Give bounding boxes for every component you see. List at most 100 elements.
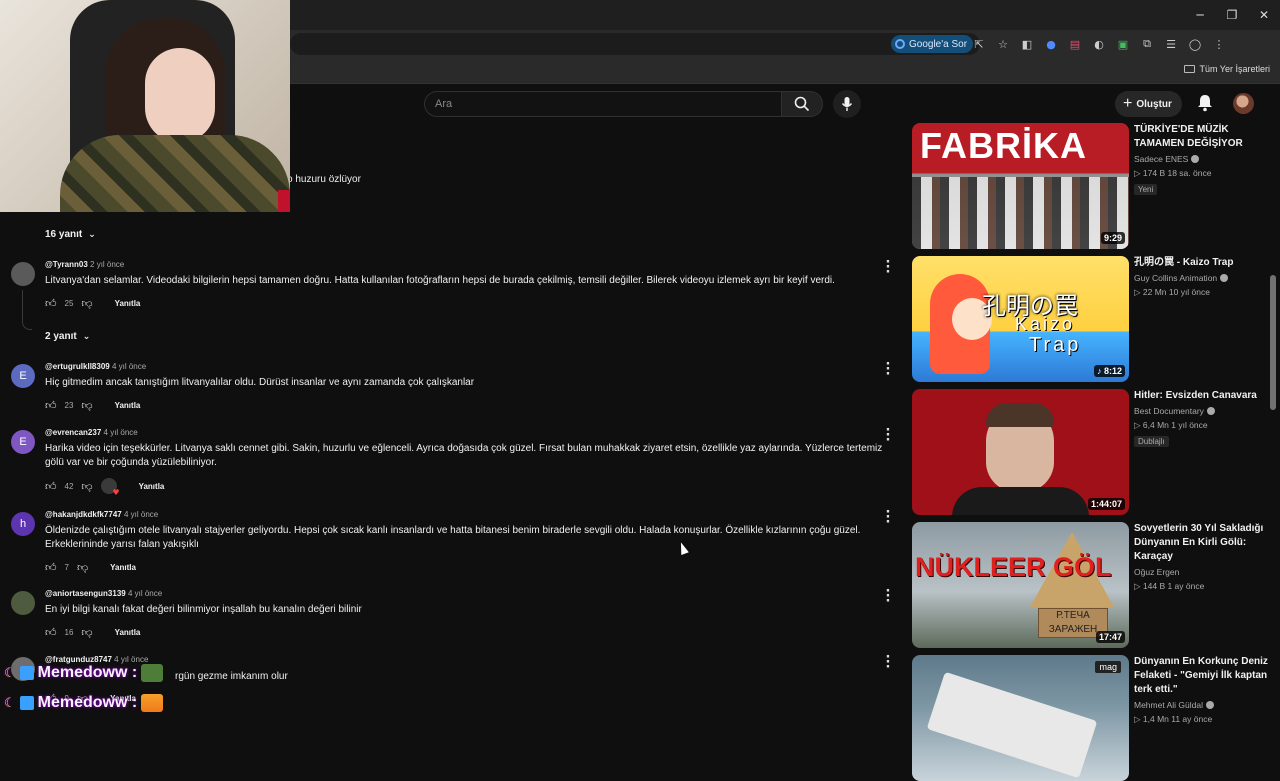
reply-button[interactable]: Yanıtla [115,628,141,637]
reply-button[interactable]: Yanıtla [110,563,136,572]
browser-menu-icon[interactable]: ⋮ [1210,35,1228,53]
extension-icon-1[interactable]: ◧ [1018,35,1036,53]
video-info: 孔明の罠 - Kaizo Trap Guy Collins Animation … [1134,256,1269,298]
video-duration: ♪ 8:12 [1093,365,1125,377]
search-input[interactable]: Ara [424,91,781,117]
comment-author[interactable]: @evrencan237 [45,428,101,437]
more-options-icon[interactable]: · · · [883,585,893,608]
thumbnail-subtitle-text: Kaizo [1015,314,1076,334]
recommended-video[interactable]: Р.ТЕЧА ЗАРАЖЕН NÜKLEER GÖL 17:47 Sovyetl… [912,522,1272,648]
create-button[interactable]: + Oluştur [1115,91,1182,117]
video-thumbnail[interactable]: Р.ТЕЧА ЗАРАЖЕН NÜKLEER GÖL 17:47 [912,522,1129,648]
like-icon[interactable]: 👍︎ [45,626,57,639]
more-options-icon[interactable]: · · · [883,651,893,674]
reading-list-icon[interactable]: ☰ [1162,35,1180,53]
more-options-icon[interactable]: · · · [883,506,893,529]
extensions-puzzle-icon[interactable]: ⧉ [1138,35,1156,53]
more-options-icon[interactable]: · · · [883,256,893,279]
account-avatar[interactable] [1233,93,1254,114]
comment-author[interactable]: @Tyrann03 [45,260,88,269]
search-button[interactable] [781,91,823,117]
comment-time: 4 yıl önce [123,510,159,519]
video-thumbnail[interactable]: 孔明の罠 Kaizo Trap ♪ 8:12 [912,256,1129,382]
notifications-bell-icon[interactable] [1195,93,1215,113]
thumbnail-subtitle-text-2: Trap [1029,334,1082,356]
google-lens-icon [895,39,905,49]
profile-icon[interactable]: ◯ [1186,35,1204,53]
chat-message: ☾ Memedoww : [4,694,164,712]
comment-header: @evrencan237 4 yıl önce [45,428,138,437]
commenter-avatar[interactable]: E [11,364,35,388]
dislike-icon[interactable]: 👎︎ [81,480,92,493]
streamer-shirt [60,135,290,212]
channel-name[interactable]: Mehmet Ali Güldal [1134,700,1203,710]
recommended-video[interactable]: FABRİKA 9:29 TÜRKİYE'DE MÜZİK TAMAMEN DE… [912,123,1272,249]
commenter-avatar[interactable]: E [11,430,35,454]
more-options-icon[interactable]: · · · [883,424,893,447]
commenter-avatar[interactable]: h [11,512,35,536]
commenter-avatar[interactable] [11,591,35,615]
comment-time: 4 yıl önce [103,428,138,437]
recommended-video[interactable]: 孔明の罠 Kaizo Trap ♪ 8:12 孔明の罠 - Kaizo Trap… [912,256,1272,382]
extension-icon-5[interactable]: ▣ [1114,35,1132,53]
more-options-icon[interactable]: · · · [883,358,893,381]
reply-button[interactable]: Yanıtla [139,482,165,491]
comment-actions: 👍︎ 16 👎︎ Yanıtla [45,625,140,639]
close-window-button[interactable]: ✕ [1248,0,1280,30]
truncated-comment-text: o huzuru özlüyor [287,174,361,185]
voice-search-button[interactable] [833,90,861,118]
channel-name[interactable]: Sadece ENES [1134,154,1188,164]
replies-toggle[interactable]: 2 yanıt ⌄ [45,331,90,342]
like-icon[interactable]: 👍︎ [45,399,57,412]
video-duration: 17:47 [1095,631,1125,643]
extension-icon-4[interactable]: ◐ [1090,35,1108,53]
dislike-icon[interactable]: 👎︎ [81,297,92,310]
recommended-video[interactable]: mag Dünyanın En Korkunç Deniz Felaketi -… [912,655,1272,781]
video-title[interactable]: TÜRKİYE'DE MÜZİK TAMAMEN DEĞİŞİYOR [1134,123,1269,151]
dislike-icon[interactable]: 👎︎ [81,626,92,639]
sunset-emote-icon [141,694,164,712]
extension-icon-3[interactable]: ▤ [1066,35,1084,53]
video-title[interactable]: Dünyanın En Korkunç Deniz Felaketi - "Ge… [1134,655,1269,697]
moon-badge-icon: ☾ [4,695,16,711]
channel-name[interactable]: Oğuz Ergen [1134,567,1179,577]
page-scrollbar[interactable] [1270,275,1276,410]
video-thumbnail[interactable]: FABRİKA 9:29 [912,123,1129,249]
minimize-button[interactable]: ─ [1184,0,1216,30]
thumbnail-title-text: FABRİKA [920,125,1087,166]
dislike-icon[interactable]: 👎︎ [77,561,88,574]
like-icon[interactable]: 👍︎ [45,561,57,574]
install-icon[interactable]: ⇱ [970,35,988,53]
like-icon[interactable]: 👍︎ [45,480,57,493]
video-title[interactable]: Sovyetlerin 30 Yıl Sakladığı Dünyanın En… [1134,522,1269,564]
comment-text: Öldenizde çalıştığım otele litvanyalı st… [45,525,861,550]
like-count: 42 [64,481,74,491]
chair-accent [278,190,290,212]
channel-logo-badge: mag [1095,661,1121,673]
comment-author[interactable]: @ertugrulkll8309 [45,362,110,371]
commenter-avatar[interactable] [11,262,35,286]
replies-toggle[interactable]: 16 yanıt ⌄ [45,229,96,240]
video-title[interactable]: Hitler: Evsizden Canavara [1134,389,1269,403]
comment-author[interactable]: @aniortasengun3139 [45,589,126,598]
restore-button[interactable]: ❐ [1216,0,1248,30]
video-thumbnail[interactable]: mag [912,655,1129,781]
channel-name[interactable]: Guy Collins Animation [1134,273,1217,283]
like-icon[interactable]: 👍︎ [45,297,57,310]
video-title[interactable]: 孔明の罠 - Kaizo Trap [1134,256,1269,270]
recommended-video[interactable]: 1:44:07 Hitler: Evsizden Canavara Best D… [912,389,1272,515]
all-bookmarks-button[interactable]: Tüm Yer İşaretleri [1184,64,1270,74]
google-ask-button[interactable]: Google'a Sor [891,35,974,53]
dislike-icon[interactable]: 👎︎ [81,399,92,412]
reply-button[interactable]: Yanıtla [115,401,141,410]
video-thumbnail[interactable]: 1:44:07 [912,389,1129,515]
extension-icon-2[interactable]: ● [1042,35,1060,53]
comment-author[interactable]: @hakanjdkdkfk7747 [45,510,122,519]
address-bar[interactable] [290,33,980,55]
channel-name[interactable]: Best Documentary [1134,406,1204,416]
streamer-face [145,48,215,143]
stream-chat-overlay: ☾ Memedoww : ☾ Memedoww : [0,660,320,720]
video-info: TÜRKİYE'DE MÜZİK TAMAMEN DEĞİŞİYOR Sadec… [1134,123,1269,197]
star-icon[interactable]: ☆ [994,35,1012,53]
reply-button[interactable]: Yanıtla [115,299,141,308]
